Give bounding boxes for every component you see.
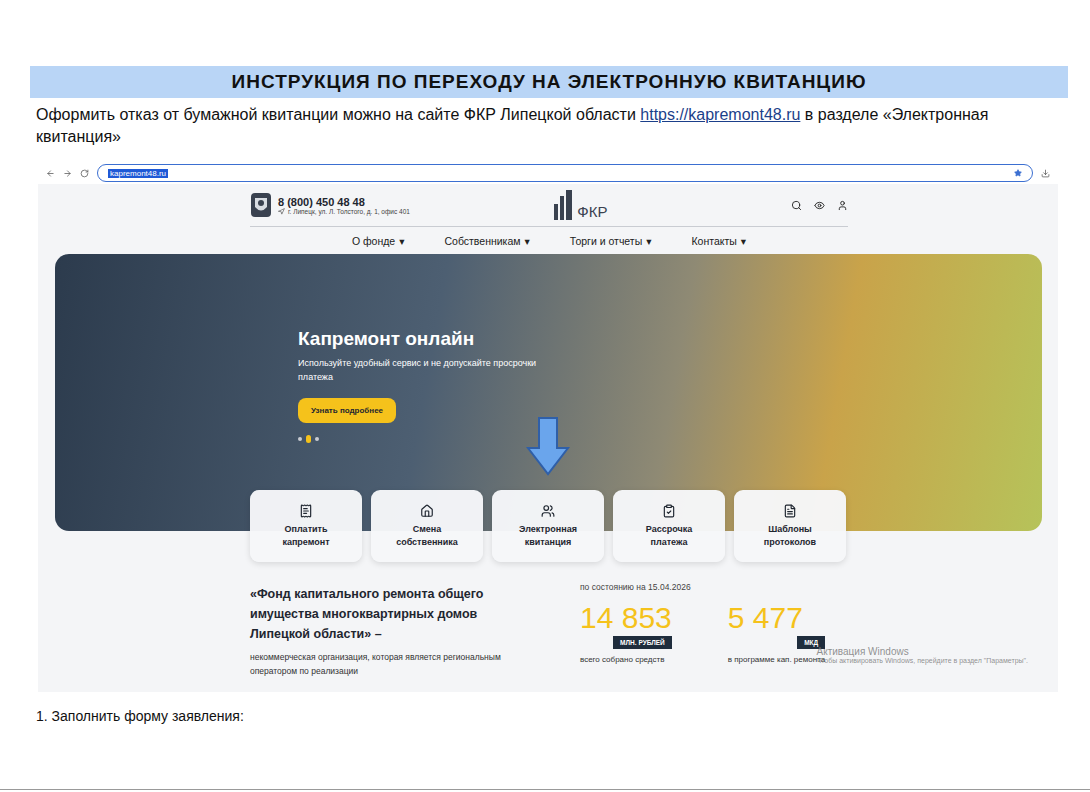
service-card[interactable]: Оплатить капремонт	[250, 490, 362, 562]
about-section: «Фонд капитального ремонта общего имущес…	[250, 584, 540, 678]
card-icon	[541, 504, 555, 518]
star-icon[interactable]	[1014, 169, 1022, 177]
back-icon[interactable]	[46, 169, 55, 178]
slider-dot[interactable]	[315, 437, 319, 441]
stat: 5 477МКДв программе кап. ремонта	[728, 602, 825, 664]
page-bottom-line	[0, 789, 1090, 790]
website-screenshot: kapremont48.ru 8 (800) 450 48 48г. Липецк…	[38, 162, 1058, 692]
windows-watermark: Активация WindowsЧтобы активировать Wind…	[817, 646, 1028, 664]
hero-title: Капремонт онлайн	[298, 328, 1042, 350]
stat: 14 853МЛН. РУБЛЕЙвсего собрано средств	[580, 602, 672, 664]
hero-button[interactable]: Узнать подробнее	[298, 398, 396, 423]
service-card[interactable]: Шаблоны протоколов	[734, 490, 846, 562]
forward-icon[interactable]	[63, 169, 72, 178]
address-bar[interactable]: kapremont48.ru	[97, 164, 1033, 182]
document-page: ИНСТРУКЦИЯ ПО ПЕРЕХОДУ НА ЭЛЕКТРОННУЮ КВ…	[0, 0, 1090, 792]
slider-dot[interactable]	[306, 435, 311, 443]
stats-section: по состоянию на 15.04.202614 853МЛН. РУБ…	[580, 582, 825, 678]
logo[interactable]: ФКР	[553, 190, 607, 220]
card-icon	[299, 504, 313, 518]
location-icon	[278, 208, 285, 215]
download-icon[interactable]	[1041, 169, 1050, 178]
main-nav: О фонде▾ Собственникам▾ Торги и отчеты▾ Кон…	[250, 227, 848, 251]
phone[interactable]: 8 (800) 450 48 48	[278, 196, 410, 208]
hero-subtitle: Используйте удобный сервис и не допускай…	[298, 356, 568, 384]
search-icon[interactable]	[791, 200, 802, 211]
step-text: 1. Заполнить форму заявления:	[36, 708, 1090, 724]
coat-of-arms-icon	[250, 192, 272, 218]
service-card[interactable]: Смена собственника	[371, 490, 483, 562]
reload-icon[interactable]	[80, 169, 89, 178]
nav-item[interactable]: О фонде▾	[352, 235, 405, 247]
slider-dots	[298, 435, 1042, 443]
site-header: 8 (800) 450 48 48г. Липецк, ул. Л. Толст…	[250, 184, 848, 251]
browser-bar: kapremont48.ru	[38, 162, 1058, 184]
slider-dot[interactable]	[298, 437, 302, 441]
service-cards: Оплатить капремонтСмена собственникаЭлек…	[250, 490, 1058, 562]
card-icon	[783, 504, 797, 518]
service-card[interactable]: Электронная квитанция	[492, 490, 604, 562]
document-title: ИНСТРУКЦИЯ ПО ПЕРЕХОДУ НА ЭЛЕКТРОННУЮ КВ…	[30, 66, 1068, 98]
building-logo-icon	[553, 190, 575, 220]
pointer-arrow-icon	[526, 416, 570, 476]
user-icon[interactable]	[837, 200, 848, 211]
card-icon	[420, 504, 434, 518]
nav-item[interactable]: Контакты▾	[691, 235, 746, 247]
service-card[interactable]: Рассрочка платежа	[613, 490, 725, 562]
address: г. Липецк, ул. Л. Толстого, д. 1, офис 4…	[278, 208, 410, 215]
nav-item[interactable]: Торги и отчеты▾	[570, 235, 652, 247]
intro-paragraph: Оформить отказ от бумажной квитанции мож…	[36, 104, 1050, 148]
nav-item[interactable]: Собственникам▾	[444, 235, 529, 247]
site-link[interactable]: https://kapremont48.ru	[640, 106, 800, 123]
card-icon	[662, 504, 676, 518]
eye-icon[interactable]	[814, 200, 825, 211]
